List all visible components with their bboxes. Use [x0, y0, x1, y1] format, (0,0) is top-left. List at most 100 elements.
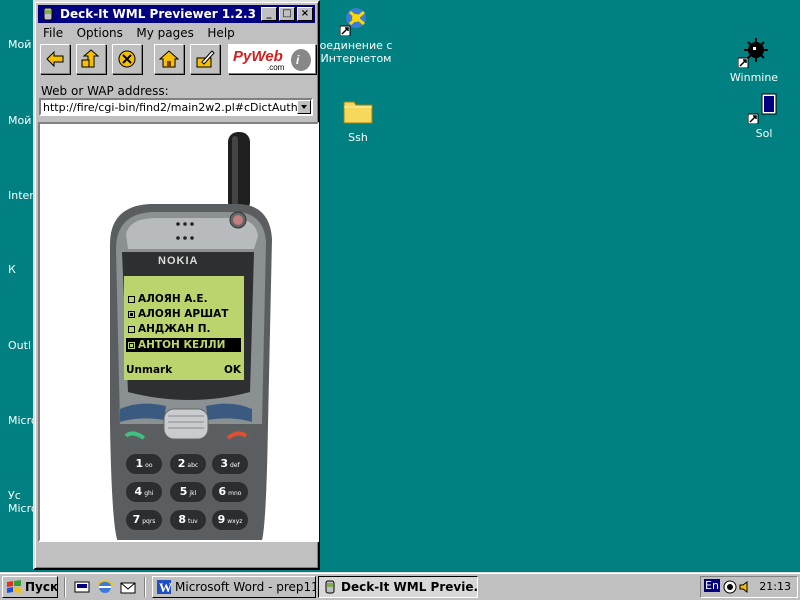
- desktop-icon-sol[interactable]: Sol: [726, 92, 800, 140]
- window-titlebar[interactable]: Deck-It WML Previewer 1.2.3 _ □ ×: [38, 5, 315, 23]
- softkey-right[interactable]: OK: [224, 364, 241, 376]
- chevron-down-icon: [301, 105, 307, 109]
- back-button[interactable]: [40, 44, 70, 74]
- address-field[interactable]: http://fire/cgi-bin/find2/main2w2.pl#cDi…: [39, 98, 313, 116]
- taskbar-separator: [144, 577, 146, 597]
- task-label: Microsoft Word - prep11-11: [175, 580, 315, 594]
- desktop-label-us[interactable]: Ус: [8, 489, 21, 502]
- keypad-key-letters: oo: [145, 462, 153, 469]
- taskbar-separator: [64, 577, 66, 597]
- keypad-key-3[interactable]: 3 def: [212, 454, 248, 474]
- contact-label: АЛОЯН А.Е.: [138, 293, 208, 305]
- keypad-key-digit: 8: [178, 513, 186, 526]
- close-button[interactable]: ×: [297, 7, 313, 21]
- pyweb-logo-icon: PyWeb .com i: [233, 48, 311, 72]
- keypad-key-4[interactable]: 4 ghi: [126, 482, 162, 502]
- keypad-key-digit: 4: [134, 485, 143, 498]
- home-button[interactable]: [154, 44, 184, 74]
- keypad-key-letters: def: [230, 462, 240, 469]
- keypad-key-digit: 1: [135, 457, 144, 470]
- solitaire-icon: [747, 92, 780, 125]
- network-connection-icon: [339, 4, 372, 37]
- keypad-key-letters: tuv: [187, 518, 198, 525]
- keypad-key-digit: 9: [217, 513, 226, 526]
- desktop-icon-winmine[interactable]: Winmine: [716, 36, 792, 84]
- menu-options[interactable]: Options: [72, 24, 128, 42]
- taskbar: Пуск W Microsoft Word - prep11-11 Deck-I…: [0, 572, 800, 600]
- contact-item-1[interactable]: АЛОЯН АРШАТ: [126, 307, 241, 321]
- keypad-key-digit: 7: [132, 513, 141, 526]
- desktop-label-my-computer[interactable]: Мой: [8, 38, 31, 51]
- internet-explorer-icon[interactable]: [97, 579, 113, 595]
- keypad-key-digit: 3: [220, 457, 229, 470]
- tray-app-icon[interactable]: [723, 580, 737, 594]
- keypad-key-digit: 6: [218, 485, 227, 498]
- checkbox-unchecked-icon: [128, 326, 135, 333]
- address-value: http://fire/cgi-bin/find2/main2w2.pl#cDi…: [43, 101, 309, 114]
- keypad-key-7[interactable]: 7 pqrs: [126, 510, 162, 530]
- desktop-icon-label: оединение с: [319, 39, 393, 52]
- mine-icon: [737, 36, 770, 69]
- svg-text:W: W: [159, 580, 172, 595]
- menu-file[interactable]: File: [38, 24, 68, 42]
- folder-icon: [342, 96, 374, 128]
- keypad-key-1[interactable]: 1 oo: [126, 454, 162, 474]
- language-indicator[interactable]: En: [704, 579, 720, 592]
- maximize-button[interactable]: □: [279, 7, 295, 21]
- word-icon: W: [157, 580, 172, 595]
- stop-button[interactable]: [112, 44, 142, 74]
- desktop-icon-label: Ssh: [348, 131, 368, 144]
- phone-app-icon: [325, 580, 335, 594]
- desktop-label-outlook[interactable]: Outl: [8, 339, 31, 352]
- outlook-express-icon[interactable]: [120, 579, 136, 595]
- up-button[interactable]: [76, 44, 106, 74]
- keypad-key-letters: ghi: [144, 490, 154, 497]
- contact-item-0[interactable]: АЛОЯН А.Е.: [126, 292, 241, 306]
- desktop-label-internet[interactable]: Inter: [8, 189, 34, 202]
- desktop-label-my-documents[interactable]: Мой: [8, 114, 31, 127]
- minimize-button[interactable]: _: [261, 7, 277, 21]
- nokia-brand: NOKIA: [158, 255, 198, 267]
- desktop-icon-ssh[interactable]: Ssh: [320, 96, 396, 144]
- task-label: Deck-It WML Previe...: [341, 580, 478, 594]
- edit-bookmark-icon: [196, 50, 215, 68]
- task-deck-it[interactable]: Deck-It WML Previe...: [318, 576, 478, 598]
- menu-help[interactable]: Help: [202, 24, 239, 42]
- up-folder-icon: [81, 49, 100, 68]
- pyweb-logo[interactable]: PyWeb .com i: [228, 44, 316, 74]
- bookmark-button[interactable]: [190, 44, 220, 74]
- clock[interactable]: 21:13: [759, 580, 791, 593]
- deck-it-window: Deck-It WML Previewer 1.2.3 _ □ × File O…: [33, 0, 320, 570]
- keypad-key-letters: pqrs: [142, 518, 156, 525]
- phone-app-icon: [42, 7, 54, 21]
- window-title: Deck-It WML Previewer 1.2.3: [60, 7, 256, 21]
- menu-my-pages[interactable]: My pages: [131, 24, 199, 42]
- keypad-key-6[interactable]: 6 mno: [212, 482, 248, 502]
- keypad-key-9[interactable]: 9 wxyz: [212, 510, 248, 530]
- back-arrow-icon: [46, 50, 64, 68]
- checkbox-checked-icon: [128, 342, 135, 349]
- desktop-label-k[interactable]: К: [8, 263, 16, 276]
- address-dropdown-button[interactable]: [297, 100, 311, 114]
- keypad-key-5[interactable]: 5 jkl: [170, 482, 206, 502]
- desktop-icon-label: Интернетом: [320, 52, 392, 65]
- keypad-key-8[interactable]: 8 tuv: [170, 510, 206, 530]
- checkbox-checked-icon: [128, 311, 135, 318]
- keypad-key-letters: jkl: [189, 490, 197, 497]
- show-desktop-icon[interactable]: [74, 579, 90, 595]
- softkey-left[interactable]: Unmark: [126, 364, 172, 376]
- phone-lcd-screen: АЛОЯН А.Е. АЛОЯН АРШАТ АНДЖАН П. АНТОН К…: [124, 276, 244, 380]
- volume-icon[interactable]: [738, 580, 752, 594]
- toolbar: PyWeb .com i: [40, 44, 316, 78]
- keypad-key-2[interactable]: 2 abc: [170, 454, 206, 474]
- desktop-icon-connection[interactable]: оединение с Интернетом: [318, 4, 394, 65]
- contact-label: АНДЖАН П.: [138, 323, 211, 335]
- contact-item-2[interactable]: АНДЖАН П.: [126, 322, 241, 336]
- start-button[interactable]: Пуск: [2, 576, 58, 598]
- desktop-icon-label: Winmine: [729, 71, 779, 84]
- task-microsoft-word[interactable]: W Microsoft Word - prep11-11: [152, 576, 316, 598]
- desktop-icon-label: Sol: [755, 127, 773, 140]
- stop-icon: [118, 50, 136, 68]
- pyweb-logo-sub: .com: [267, 63, 285, 72]
- contact-item-3[interactable]: АНТОН КЕЛЛИ: [126, 338, 241, 352]
